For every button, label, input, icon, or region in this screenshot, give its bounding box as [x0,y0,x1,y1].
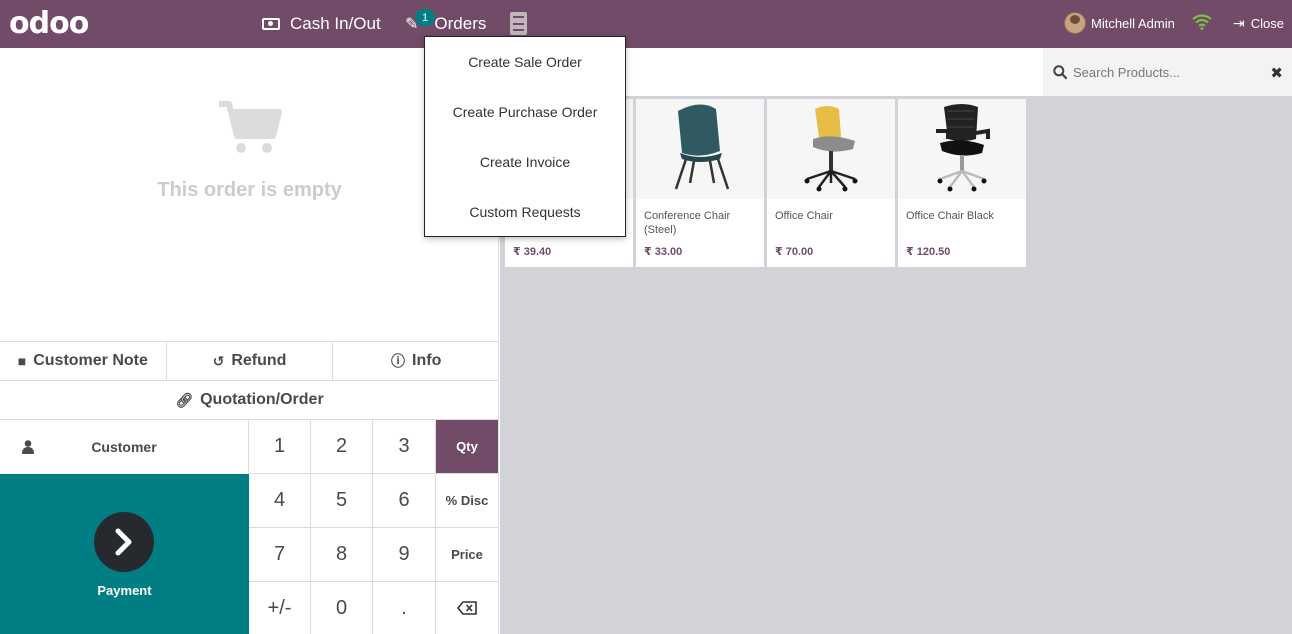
clear-search-icon[interactable]: ✖ [1270,64,1283,82]
create-sale-order-item[interactable]: Create Sale Order [425,37,625,87]
numpad-key-7[interactable]: 7 [249,528,311,582]
numpad-key-1[interactable]: 1 [249,420,311,474]
refund-button[interactable]: ↺ Refund [167,342,334,380]
quotation-row: 🔗︎ Quotation/Order [0,380,499,419]
undo-icon: ↺ [212,352,225,369]
close-label: Close [1250,16,1284,31]
product-name: Office Chair [775,210,833,222]
payment-button[interactable]: Payment [0,474,249,634]
numpad-key-6[interactable]: 6 [373,474,436,528]
search-icon [1053,65,1067,79]
product-search[interactable]: Search Products... ✖ [1043,48,1292,96]
top-bar: odoo Cash In/Out ✎ Orders 1 Mitchell Adm… [0,0,1292,48]
info-button[interactable]: ⓘ Info [333,342,499,380]
qty-mode-button[interactable]: Qty [436,420,499,474]
product-card[interactable]: Office Chair ₹ 70.00 [767,99,895,267]
product-price: ₹ 39.40 [513,246,552,258]
numpad: 1 2 3 Qty 4 5 6 % Disc 7 8 9 Price +/- 0… [249,420,499,634]
product-name: Conference Chair (Steel) [644,210,731,236]
numpad-key-5[interactable]: 5 [311,474,373,528]
price-mode-button[interactable]: Price [436,528,499,582]
orders-count-badge: 1 [415,9,435,26]
search-input[interactable]: Search Products... [1073,65,1180,80]
numpad-key-9[interactable]: 9 [373,528,436,582]
product-image [767,99,895,199]
product-image [898,99,1026,199]
numpad-key-8[interactable]: 8 [311,528,373,582]
control-buttons-row: ■ Customer Note ↺ Refund ⓘ Info [0,341,499,380]
shopping-cart-icon [218,101,282,153]
cash-in-out-button[interactable]: Cash In/Out [262,0,381,48]
chevron-right-icon [94,512,154,572]
refund-label: Refund [231,352,287,369]
info-icon: ⓘ [391,353,406,369]
sticky-note-icon: ■ [17,353,27,369]
info-label: Info [412,352,442,369]
odoo-logo: odoo [9,6,89,41]
customer-note-label: Customer Note [33,352,148,369]
customer-button[interactable]: Customer [0,420,249,474]
orders-label: Orders [434,14,487,33]
cash-in-out-label: Cash In/Out [290,14,381,33]
product-price: ₹ 120.50 [906,246,951,258]
product-price: ₹ 70.00 [775,246,814,258]
link-icon: 🔗︎ [175,391,194,408]
custom-requests-item[interactable]: Custom Requests [425,187,625,237]
numpad-key-3[interactable]: 3 [373,420,436,474]
money-icon [262,18,280,30]
user-name: Mitchell Admin [1091,15,1175,31]
user-menu[interactable]: Mitchell Admin [1064,12,1175,34]
backspace-icon [457,601,477,615]
payment-label: Payment [97,583,152,598]
numpad-key-0[interactable]: 0 [311,582,373,634]
customer-label: Customer [91,439,157,455]
order-list-icon[interactable] [510,12,527,35]
numpad-key-2[interactable]: 2 [311,420,373,474]
plus-minus-key[interactable]: +/- [249,582,311,634]
orders-dropdown-menu: Create Sale Order Create Purchase Order … [424,36,626,237]
wifi-icon [1192,14,1212,30]
backspace-key[interactable] [436,582,499,634]
product-price: ₹ 33.00 [644,246,683,258]
quotation-order-button[interactable]: 🔗︎ Quotation/Order [0,381,499,419]
user-icon [22,440,34,454]
action-pad: Customer Payment 1 2 3 Qty 4 5 6 % Disc … [0,419,499,634]
avatar [1064,12,1086,34]
product-name: Office Chair Black [906,210,994,222]
quotation-order-label: Quotation/Order [200,391,324,408]
numpad-key-4[interactable]: 4 [249,474,311,528]
product-image [636,99,764,199]
customer-note-button[interactable]: ■ Customer Note [0,342,167,380]
create-invoice-item[interactable]: Create Invoice [425,137,625,187]
create-purchase-order-item[interactable]: Create Purchase Order [425,87,625,137]
decimal-key[interactable]: . [373,582,436,634]
product-card[interactable]: Office Chair Black ₹ 120.50 [898,99,1026,267]
close-button[interactable]: ⇥ Close [1233,15,1284,32]
discount-mode-button[interactable]: % Disc [436,474,499,528]
product-card[interactable]: Conference Chair (Steel) ₹ 33.00 [636,99,764,267]
sign-out-icon: ⇥ [1233,15,1245,31]
